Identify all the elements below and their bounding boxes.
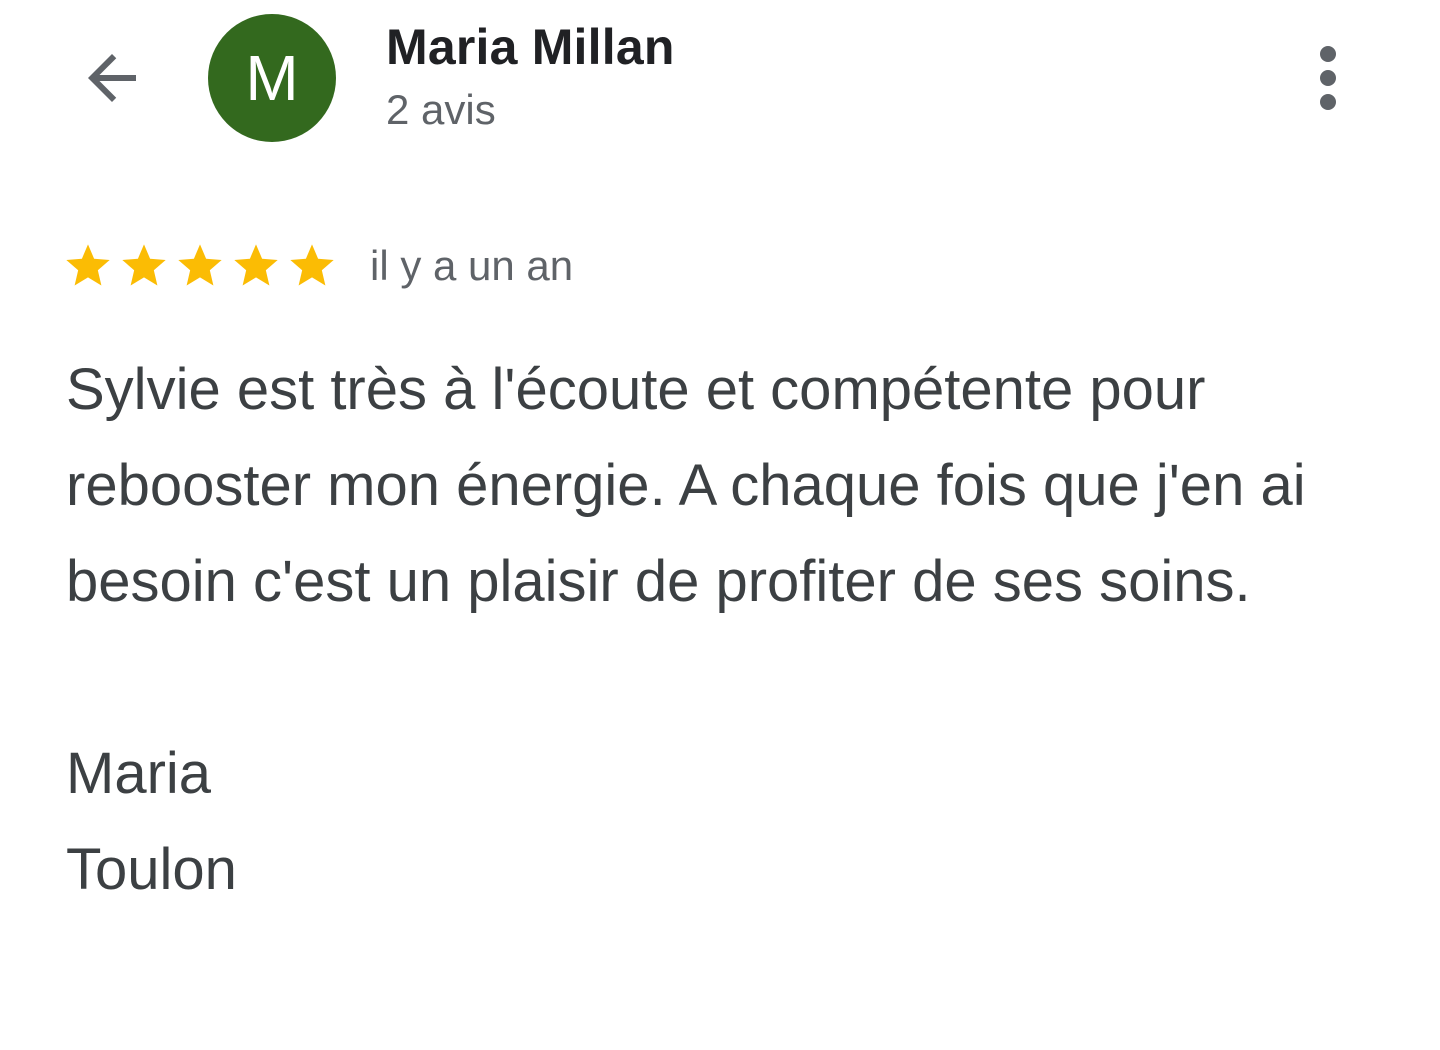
review-count: 2 avis: [386, 86, 496, 133]
review-page: M Maria Millan 2 avis il y a un an Sylvi…: [0, 0, 1440, 1050]
arrow-left-icon: [88, 54, 136, 102]
back-button[interactable]: [72, 38, 152, 118]
star-icon: [118, 240, 170, 292]
star-icon: [286, 240, 338, 292]
rating-row: il y a un an: [62, 236, 573, 296]
avatar[interactable]: M: [208, 14, 336, 142]
avatar-initial: M: [245, 42, 299, 114]
reviewer-name[interactable]: Maria Millan: [386, 18, 675, 76]
star-icon: [174, 240, 226, 292]
star-icon: [62, 240, 114, 292]
review-date: il y a un an: [370, 242, 574, 289]
star-rating: [62, 240, 338, 292]
more-options-button[interactable]: [1298, 40, 1358, 116]
review-text: Sylvie est très à l'écoute et compétente…: [66, 357, 1306, 902]
star-icon: [230, 240, 282, 292]
more-vert-icon: [1320, 46, 1336, 62]
